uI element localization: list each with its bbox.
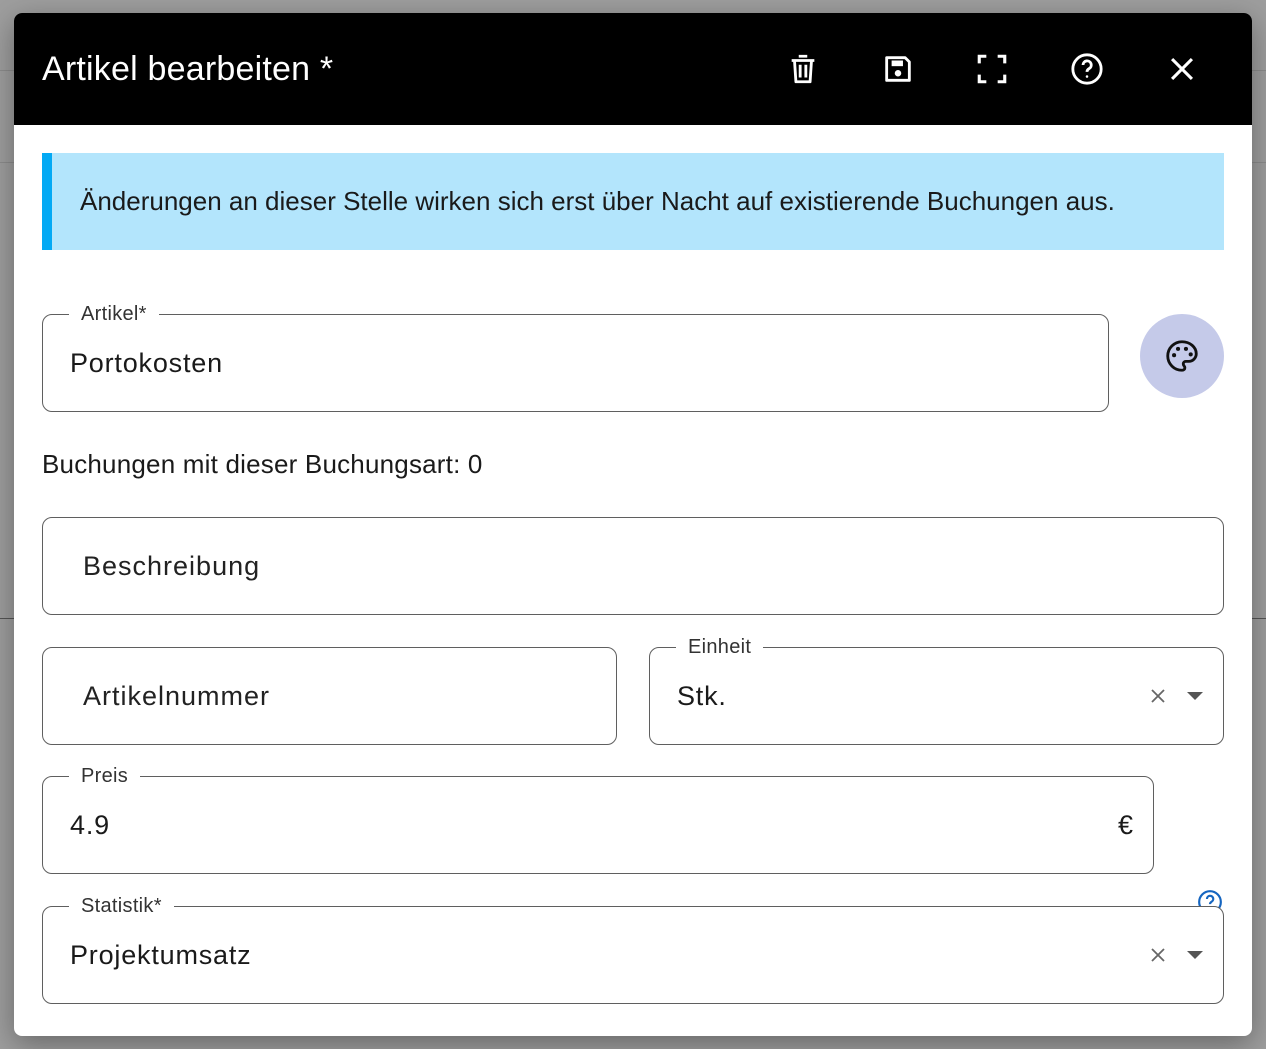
unit-dropdown-toggle[interactable] [1185, 648, 1205, 744]
clear-icon [1151, 948, 1165, 962]
unit-select[interactable]: Einheit Stk. [649, 635, 1224, 745]
description-placeholder: Beschreibung [83, 550, 261, 581]
unit-clear-button[interactable] [1149, 648, 1167, 744]
edit-article-dialog: Artikel bearbeiten * Änderungen an diese… [14, 13, 1252, 1036]
dialog-titlebar: Artikel bearbeiten * [14, 13, 1252, 125]
price-value: 4.9 [70, 809, 110, 840]
save-button[interactable] [873, 44, 923, 94]
info-text: Änderungen an dieser Stelle wirken sich … [80, 186, 1115, 216]
save-icon [885, 56, 911, 82]
statistics-value: Projektumsatz [70, 939, 252, 970]
trash-icon [791, 54, 815, 84]
article-number-placeholder: Artikelnummer [83, 680, 271, 711]
article-number-field[interactable]: Artikelnummer [42, 647, 617, 745]
fullscreen-icon [977, 54, 1007, 84]
statistics-select[interactable]: Statistik* Projektumsatz [42, 894, 1224, 1004]
clear-icon [1151, 689, 1165, 703]
currency-suffix: € [1117, 809, 1133, 840]
help-icon [1071, 53, 1103, 85]
close-icon [1170, 57, 1194, 81]
close-button[interactable] [1157, 44, 1207, 94]
info-banner: Änderungen an dieser Stelle wirken sich … [42, 153, 1224, 250]
article-value: Portokosten [70, 347, 223, 378]
statistics-dropdown-toggle[interactable] [1185, 907, 1205, 1003]
description-field[interactable]: Beschreibung [42, 517, 1224, 615]
statistics-clear-button[interactable] [1149, 907, 1167, 1003]
chevron-down-icon [1187, 692, 1203, 700]
palette-icon [1166, 340, 1198, 372]
price-field[interactable]: Preis 4.9 € [42, 764, 1154, 874]
color-picker-button[interactable] [1140, 314, 1224, 398]
delete-button[interactable] [778, 44, 828, 94]
fullscreen-button[interactable] [967, 44, 1017, 94]
article-field[interactable]: Artikel* Portokosten [42, 302, 1109, 412]
dialog-title: Artikel bearbeiten * [42, 49, 334, 88]
bookings-count-text: Buchungen mit dieser Buchungsart: 0 [42, 449, 483, 479]
chevron-down-icon [1187, 951, 1203, 959]
help-button[interactable] [1062, 44, 1112, 94]
unit-value: Stk. [677, 680, 727, 711]
